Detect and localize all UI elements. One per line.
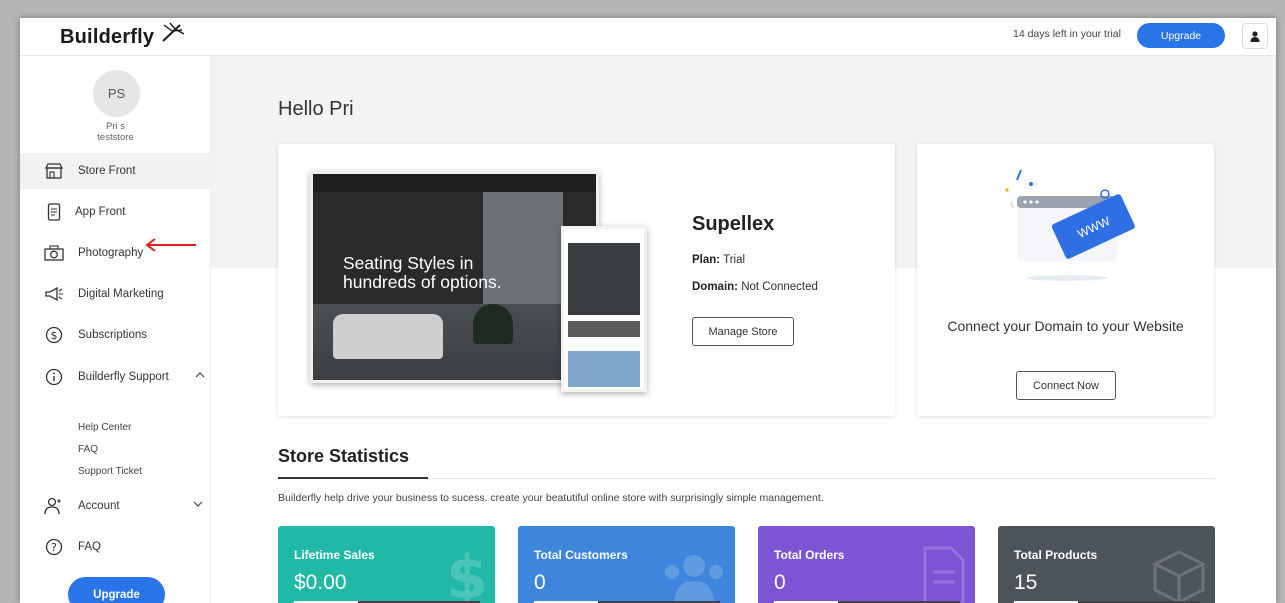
stat-label: Total Customers: [534, 548, 628, 562]
sidebar-item-label: Store Front: [78, 165, 136, 177]
sidebar-item-label: App Front: [75, 206, 126, 218]
dollar-icon: $: [445, 543, 489, 603]
stats-divider-accent: [278, 477, 428, 479]
info-icon: [44, 367, 64, 387]
stat-label: Total Products: [1014, 548, 1098, 562]
builderfly-logo[interactable]: Builderfly: [60, 22, 185, 49]
stat-value: 0: [774, 571, 786, 594]
box-icon: [1149, 546, 1209, 603]
upgrade-button-top[interactable]: Upgrade: [1137, 23, 1225, 48]
sidebar-item-label: Builderfly Support: [78, 371, 169, 383]
sidebar-item-digital-marketing[interactable]: Digital Marketing: [20, 276, 211, 312]
annotation-arrow-icon: [145, 238, 196, 252]
store-plan: Plan: Trial: [692, 254, 745, 266]
stats-description: Builderfly help drive your business to s…: [278, 492, 824, 504]
stat-card-lifetime-sales[interactable]: $ Lifetime Sales $0.00: [278, 526, 495, 603]
preview-mobile-bar: [568, 321, 640, 337]
preview-chair: [473, 304, 513, 344]
store-card: Seating Styles in hundreds of options. S…: [278, 144, 895, 416]
stat-value: $0.00: [294, 571, 347, 594]
sidebar-item-label: Account: [78, 500, 120, 512]
sidebar-item-label: Subscriptions: [78, 329, 148, 341]
logo-text: Builderfly: [60, 26, 155, 48]
preview-hero-text: Seating Styles in hundreds of options.: [343, 253, 502, 292]
store-name-title: Supellex: [692, 213, 775, 235]
domain-label: Domain:: [692, 281, 738, 293]
sidebar-item-label: Photography: [78, 247, 144, 259]
sidebar-item-builderfly-support[interactable]: Builderfly Support: [20, 359, 211, 395]
dollar-circle-icon: $: [44, 325, 64, 345]
user-icon: [1250, 30, 1260, 42]
sidebar-item-label: FAQ: [78, 541, 102, 553]
submenu-help-center[interactable]: Help Center: [78, 422, 131, 433]
camera-icon: [44, 243, 64, 263]
user-menu-button[interactable]: [1242, 23, 1268, 49]
user-name: Pri s: [106, 121, 125, 132]
domain-illustration-icon: WWW: [1005, 169, 1135, 281]
app-window: Builderfly 14 days left in your trial Up…: [20, 18, 1276, 603]
domain-card-text: Connect your Domain to your Website: [947, 318, 1184, 334]
svg-text:?: ?: [51, 541, 57, 554]
preview-mobile-image: [568, 351, 640, 387]
storefront-icon: [44, 161, 64, 181]
connect-now-button[interactable]: Connect Now: [1016, 371, 1116, 400]
sidebar: PS Pri s teststore Store Front App Front…: [20, 56, 211, 603]
manage-store-button[interactable]: Manage Store: [692, 317, 794, 346]
account-icon: [44, 496, 64, 516]
store-preview-desktop[interactable]: Seating Styles in hundreds of options.: [310, 171, 599, 383]
sidebar-item-faq[interactable]: ? FAQ: [20, 529, 211, 565]
preview-mobile-hero: [568, 243, 640, 315]
document-icon: [919, 546, 969, 603]
domain-value: Not Connected: [741, 281, 818, 293]
main-content: Hello Pri Seating Styles in hundreds of …: [211, 56, 1276, 603]
stat-value: 15: [1014, 571, 1038, 594]
mobile-app-icon: [44, 202, 64, 222]
submenu-support-ticket[interactable]: Support Ticket: [78, 466, 142, 477]
dragonfly-icon: [162, 22, 185, 42]
plan-value: Trial: [723, 254, 746, 266]
svg-text:$: $: [51, 329, 58, 342]
stat-card-total-products[interactable]: Total Products 15: [998, 526, 1215, 603]
stat-label: Total Orders: [774, 548, 845, 562]
sidebar-item-store-front[interactable]: Store Front: [20, 153, 211, 189]
avatar[interactable]: PS: [93, 70, 140, 117]
question-icon: ?: [44, 537, 64, 557]
sidebar-item-label: Digital Marketing: [78, 288, 164, 300]
svg-text:$: $: [446, 546, 488, 603]
megaphone-icon: [44, 284, 64, 304]
store-preview-mobile[interactable]: [561, 226, 647, 392]
stat-label: Lifetime Sales: [294, 548, 375, 562]
preview-sofa: [333, 314, 443, 359]
store-statistics-heading: Store Statistics: [278, 446, 410, 466]
store-domain: Domain: Not Connected: [692, 281, 818, 293]
stat-value: 0: [534, 571, 546, 594]
chevron-up-icon[interactable]: [195, 370, 205, 382]
chevron-down-icon[interactable]: [193, 499, 203, 511]
domain-card: WWW Connect your Domain to your Website …: [917, 144, 1214, 416]
store-name: teststore: [97, 132, 134, 143]
plan-label: Plan:: [692, 254, 721, 266]
stat-card-total-customers[interactable]: Total Customers 0: [518, 526, 735, 603]
top-bar: Builderfly 14 days left in your trial Up…: [20, 18, 1276, 56]
sidebar-item-account[interactable]: Account: [20, 488, 211, 524]
trial-status-text: 14 days left in your trial: [1013, 28, 1121, 40]
preview-navbar: [313, 174, 596, 192]
submenu-faq[interactable]: FAQ: [78, 444, 98, 455]
users-icon: [659, 546, 729, 603]
page-greeting: Hello Pri: [278, 98, 354, 120]
upgrade-button-sidebar[interactable]: Upgrade: [68, 577, 165, 603]
sidebar-item-app-front[interactable]: App Front: [20, 194, 211, 230]
stat-card-total-orders[interactable]: Total Orders 0: [758, 526, 975, 603]
sidebar-item-subscriptions[interactable]: $ Subscriptions: [20, 317, 211, 353]
